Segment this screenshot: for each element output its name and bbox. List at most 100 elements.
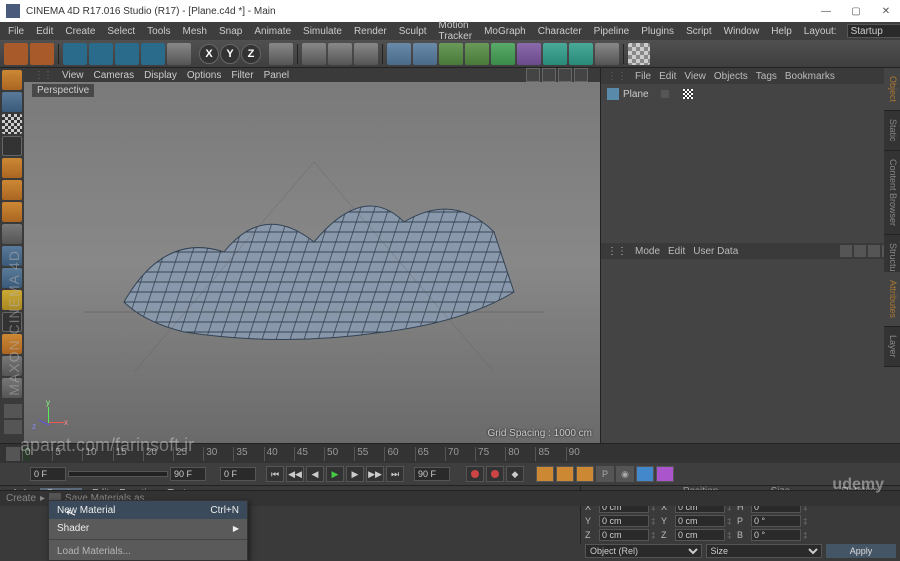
vp-rotate-icon[interactable] bbox=[558, 68, 572, 82]
menu-file[interactable]: File bbox=[2, 26, 30, 37]
autokey-button[interactable] bbox=[486, 466, 504, 482]
make-editable-button[interactable] bbox=[2, 70, 22, 90]
material-editor-button[interactable] bbox=[628, 43, 650, 65]
fcurve-button[interactable] bbox=[656, 466, 674, 482]
menu-character[interactable]: Character bbox=[532, 26, 588, 37]
menu-render[interactable]: Render bbox=[348, 26, 393, 37]
scale-tool-button[interactable] bbox=[115, 43, 139, 65]
keyframe-selection-button[interactable]: ◆ bbox=[506, 466, 524, 482]
rot-b[interactable] bbox=[751, 529, 801, 541]
menu-snap[interactable]: Snap bbox=[213, 26, 248, 37]
tab-layer[interactable]: Layer bbox=[884, 327, 900, 367]
lock-icon[interactable] bbox=[4, 420, 22, 434]
render-settings-button[interactable] bbox=[354, 43, 378, 65]
camera-button[interactable] bbox=[569, 43, 593, 65]
om-menu-view[interactable]: View bbox=[684, 71, 706, 82]
grip-icon[interactable]: ⋮⋮ bbox=[607, 246, 627, 257]
vp-menu-options[interactable]: Options bbox=[187, 70, 221, 81]
coord-system-button[interactable] bbox=[269, 43, 293, 65]
model-mode-button[interactable] bbox=[2, 92, 22, 112]
vp-pan-icon[interactable] bbox=[526, 68, 540, 82]
attr-menu-userdata[interactable]: User Data bbox=[693, 246, 738, 257]
maximize-button[interactable]: ▢ bbox=[848, 6, 864, 17]
last-tool-button[interactable] bbox=[167, 43, 191, 65]
menu-tools[interactable]: Tools bbox=[141, 26, 176, 37]
go-prev-key-button[interactable]: ◀◀ bbox=[286, 466, 304, 482]
grip-icon[interactable]: ⋮⋮ bbox=[607, 71, 627, 82]
scale-key-button[interactable] bbox=[556, 466, 574, 482]
coord-size-select[interactable]: Size bbox=[706, 544, 823, 558]
play-button[interactable]: ▶ bbox=[326, 466, 344, 482]
range-start-field[interactable] bbox=[30, 467, 66, 481]
attr-back-icon[interactable] bbox=[840, 245, 852, 257]
tab-content[interactable]: Content Browser bbox=[884, 151, 900, 235]
viewport-3d[interactable]: x y z Grid Spacing : 1000 cm bbox=[24, 82, 600, 443]
move-tool-button[interactable] bbox=[89, 43, 113, 65]
extrude-button[interactable] bbox=[465, 43, 489, 65]
rotate-tool-button[interactable] bbox=[141, 43, 165, 65]
menu-simulate[interactable]: Simulate bbox=[297, 26, 348, 37]
menu-sculpt[interactable]: Sculpt bbox=[393, 26, 433, 37]
menu-pipeline[interactable]: Pipeline bbox=[588, 26, 636, 37]
live-select-button[interactable] bbox=[63, 43, 87, 65]
object-plane[interactable]: Plane bbox=[607, 88, 894, 100]
vp-zoom-icon[interactable] bbox=[542, 68, 556, 82]
redo-button[interactable] bbox=[30, 43, 54, 65]
go-end-button[interactable]: ⏭ bbox=[386, 466, 404, 482]
layout-dropdown[interactable] bbox=[847, 24, 900, 38]
size-z[interactable] bbox=[675, 529, 725, 541]
attr-fwd-icon[interactable] bbox=[854, 245, 866, 257]
menu-edit[interactable]: Edit bbox=[30, 26, 59, 37]
grip-icon[interactable]: ⋮⋮ bbox=[34, 70, 52, 81]
edge-mode-button[interactable] bbox=[2, 180, 22, 200]
vp-menu-filter[interactable]: Filter bbox=[231, 70, 253, 81]
subdiv-button[interactable] bbox=[439, 43, 463, 65]
menu-mograph[interactable]: MoGraph bbox=[478, 26, 532, 37]
timeline-button[interactable] bbox=[636, 466, 654, 482]
power-slider-icon[interactable] bbox=[4, 404, 22, 418]
menu-new-material[interactable]: New Material Ctrl+N bbox=[49, 501, 247, 519]
om-menu-file[interactable]: File bbox=[635, 71, 651, 82]
close-button[interactable]: ✕ bbox=[878, 6, 894, 17]
pla-key-button[interactable]: ◉ bbox=[616, 466, 634, 482]
menu-animate[interactable]: Animate bbox=[248, 26, 297, 37]
size-y[interactable] bbox=[675, 515, 725, 527]
menu-help[interactable]: Help bbox=[765, 26, 798, 37]
visibility-toggle[interactable] bbox=[661, 90, 669, 98]
rot-p[interactable] bbox=[751, 515, 801, 527]
tab-object[interactable]: Object bbox=[884, 68, 900, 111]
floor-button[interactable] bbox=[543, 43, 567, 65]
pos-z[interactable] bbox=[599, 529, 649, 541]
next-frame-button[interactable]: ▶ bbox=[346, 466, 364, 482]
current-frame-field[interactable] bbox=[220, 467, 256, 481]
vp-menu-display[interactable]: Display bbox=[144, 70, 177, 81]
parameter-key-button[interactable]: P bbox=[596, 466, 614, 482]
range-slider[interactable] bbox=[68, 471, 168, 477]
tab-attributes[interactable]: Attributes bbox=[884, 272, 900, 327]
array-button[interactable] bbox=[491, 43, 515, 65]
rotation-key-button[interactable] bbox=[576, 466, 594, 482]
position-key-button[interactable] bbox=[536, 466, 554, 482]
vp-toggle-icon[interactable] bbox=[574, 68, 588, 82]
cube-primitive-button[interactable] bbox=[387, 43, 411, 65]
apply-button[interactable]: Apply bbox=[826, 544, 896, 558]
menu-window[interactable]: Window bbox=[718, 26, 766, 37]
go-next-key-button[interactable]: ▶▶ bbox=[366, 466, 384, 482]
vp-menu-cameras[interactable]: Cameras bbox=[94, 70, 135, 81]
range-end-field[interactable] bbox=[170, 467, 206, 481]
om-menu-bookmarks[interactable]: Bookmarks bbox=[785, 71, 835, 82]
axis-y-button[interactable]: Y bbox=[220, 44, 240, 64]
tab-static[interactable]: Static bbox=[884, 111, 900, 151]
om-menu-tags[interactable]: Tags bbox=[756, 71, 777, 82]
vp-menu-view[interactable]: View bbox=[62, 70, 84, 81]
attr-menu-edit[interactable]: Edit bbox=[668, 246, 685, 257]
menu-plugins[interactable]: Plugins bbox=[635, 26, 680, 37]
vp-menu-panel[interactable]: Panel bbox=[264, 70, 290, 81]
polygon-mode-button[interactable] bbox=[2, 202, 22, 222]
minimize-button[interactable]: — bbox=[818, 6, 834, 17]
attr-menu-mode[interactable]: Mode bbox=[635, 246, 660, 257]
workplane-button[interactable] bbox=[2, 136, 22, 156]
menu-mesh[interactable]: Mesh bbox=[177, 26, 213, 37]
pen-tool-button[interactable] bbox=[413, 43, 437, 65]
menu-shader[interactable]: Shader ▶ bbox=[49, 519, 247, 537]
